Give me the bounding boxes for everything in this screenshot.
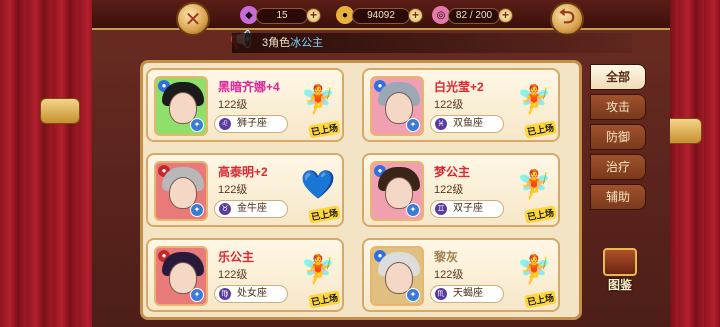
role-badge-icon: ✦ bbox=[190, 203, 204, 217]
tab-heal[interactable]: 治疗 bbox=[590, 154, 646, 180]
role-badge-icon: ✦ bbox=[190, 118, 204, 132]
add-stamina-button[interactable]: + bbox=[498, 8, 513, 23]
back-button[interactable]: ⮌ bbox=[550, 2, 584, 36]
character-card[interactable]: ● ✦ 黑暗齐娜+4 122级 ♌ 狮子座 🧚 已上场 bbox=[146, 68, 344, 142]
codex-label: 图鉴 bbox=[607, 278, 632, 292]
character-level: 122级 bbox=[434, 184, 464, 196]
on-stage-badge: 已上场 bbox=[524, 290, 557, 309]
on-stage-badge: 已上场 bbox=[524, 120, 557, 139]
character-level: 122级 bbox=[218, 269, 248, 281]
character-card[interactable]: ● ✦ 梦公主 122级 ♊ 双子座 🧚 已上场 bbox=[362, 153, 560, 227]
character-portrait: ● ✦ bbox=[154, 161, 208, 221]
zodiac-label: 双子座 bbox=[453, 203, 483, 214]
zodiac-label: 处女座 bbox=[237, 288, 267, 299]
notice-bar: 3角色冰公主 bbox=[232, 33, 632, 53]
character-card[interactable]: ● ✦ 黎灰 122级 ♏ 天蝎座 🧚 已上场 bbox=[362, 238, 560, 312]
character-level: 122级 bbox=[434, 99, 464, 111]
zodiac-badge: ♓ 双鱼座 bbox=[430, 115, 504, 133]
zodiac-badge: ♊ 双子座 bbox=[430, 200, 504, 218]
role-badge-icon: ✦ bbox=[406, 118, 420, 132]
zodiac-label: 双鱼座 bbox=[453, 118, 483, 129]
character-card[interactable]: ● ✦ 白光莹+2 122级 ♓ 双鱼座 🧚 已上场 bbox=[362, 68, 560, 142]
character-card[interactable]: ● ✦ 高泰明+2 122级 ♉ 金牛座 💙 已上场 bbox=[146, 153, 344, 227]
zodiac-icon: ♉ bbox=[219, 203, 231, 215]
fairy-icon: 🧚 bbox=[300, 253, 336, 285]
zodiac-label: 天蝎座 bbox=[453, 288, 483, 299]
character-portrait: ● ✦ bbox=[154, 246, 208, 306]
zodiac-badge: ♏ 天蝎座 bbox=[430, 285, 504, 303]
gems-count: 15 bbox=[256, 8, 308, 24]
character-portrait: ● ✦ bbox=[370, 246, 424, 306]
tab-attack[interactable]: 攻击 bbox=[590, 94, 646, 120]
role-badge-icon: ✦ bbox=[190, 288, 204, 302]
stamina-count: 82 / 200 bbox=[448, 8, 500, 24]
character-name: 乐公主 bbox=[218, 250, 255, 264]
on-stage-badge: 已上场 bbox=[308, 205, 341, 224]
zodiac-badge: ♌ 狮子座 bbox=[214, 115, 288, 133]
tab-all[interactable]: 全部 bbox=[590, 64, 646, 90]
fairy-icon: 🧚 bbox=[516, 83, 552, 115]
zodiac-badge: ♍ 处女座 bbox=[214, 285, 288, 303]
gold-count: 94092 bbox=[352, 8, 410, 24]
character-name: 梦公主 bbox=[434, 165, 471, 179]
left-curtain bbox=[0, 0, 92, 327]
on-stage-badge: 已上场 bbox=[308, 290, 341, 309]
zodiac-label: 金牛座 bbox=[237, 203, 267, 214]
fairy-icon: 🧚 bbox=[300, 83, 336, 115]
zodiac-icon: ♍ bbox=[219, 288, 231, 300]
character-name: 白光莹+2 bbox=[434, 80, 484, 94]
role-badge-icon: ✦ bbox=[406, 288, 420, 302]
character-portrait: ● ✦ bbox=[154, 76, 208, 136]
zodiac-icon: ♏ bbox=[435, 288, 447, 300]
fairy-icon: 🧚 bbox=[516, 168, 552, 200]
character-level: 122级 bbox=[218, 184, 248, 196]
zodiac-icon: ♊ bbox=[435, 203, 447, 215]
tab-defense[interactable]: 防御 bbox=[590, 124, 646, 150]
on-stage-badge: 已上场 bbox=[308, 120, 341, 139]
character-card[interactable]: ● ✦ 乐公主 122级 ♍ 处女座 🧚 已上场 bbox=[146, 238, 344, 312]
zodiac-badge: ♉ 金牛座 bbox=[214, 200, 288, 218]
zodiac-icon: ♓ bbox=[435, 118, 447, 130]
notice-prefix: 3角色 bbox=[262, 37, 291, 49]
zodiac-icon: ♌ bbox=[219, 118, 231, 130]
role-badge-icon: ✦ bbox=[406, 203, 420, 217]
zodiac-label: 狮子座 bbox=[237, 118, 267, 129]
character-level: 122级 bbox=[218, 99, 248, 111]
codex-button[interactable]: 图鉴 bbox=[598, 248, 642, 298]
chest-icon bbox=[603, 248, 637, 276]
add-gold-button[interactable]: + bbox=[408, 8, 423, 23]
character-portrait: ● ✦ bbox=[370, 76, 424, 136]
close-button[interactable]: ✕ bbox=[176, 2, 210, 36]
notice-highlight: 冰公主 bbox=[290, 37, 324, 49]
character-name: 黑暗齐娜+4 bbox=[218, 80, 280, 94]
fairy-icon: 💙 bbox=[300, 168, 336, 200]
on-stage-badge: 已上场 bbox=[524, 205, 557, 224]
character-level: 122级 bbox=[434, 269, 464, 281]
character-portrait: ● ✦ bbox=[370, 161, 424, 221]
character-name: 高泰明+2 bbox=[218, 165, 268, 179]
tab-support[interactable]: 辅助 bbox=[590, 184, 646, 210]
add-gems-button[interactable]: + bbox=[306, 8, 321, 23]
character-name: 黎灰 bbox=[434, 250, 459, 264]
curtain-tie bbox=[40, 98, 80, 124]
fairy-icon: 🧚 bbox=[516, 253, 552, 285]
